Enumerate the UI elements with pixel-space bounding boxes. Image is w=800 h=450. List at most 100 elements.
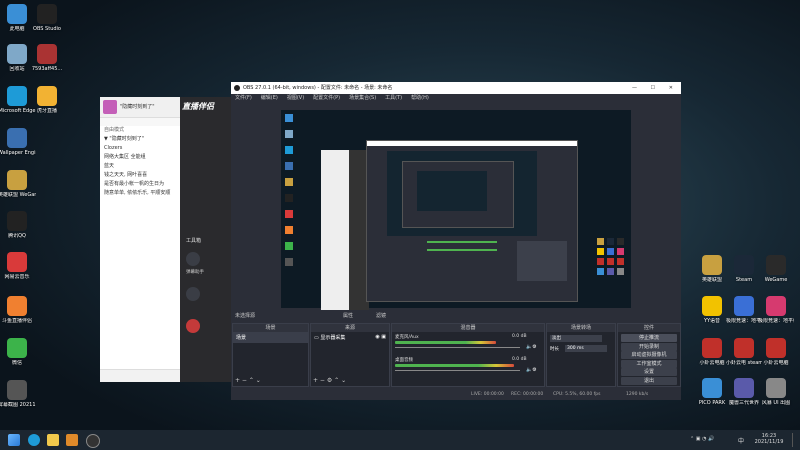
track-1-db: 0.0 dB	[512, 357, 527, 362]
duration-input[interactable]: 300 ms	[565, 345, 607, 352]
desktop-icon-file-7593[interactable]: 7593aff45...	[28, 44, 66, 72]
explorer-taskbar-icon[interactable]	[47, 434, 59, 446]
obs-window: OBS 27.0.1 (64-bit, windows) - 配置文件: 未命名…	[231, 82, 681, 400]
source-toolbar: 未选择源 属性 滤镜	[231, 312, 681, 321]
desktop-icon-wallpaper-engine[interactable]: Wallpaper Engine	[0, 128, 36, 156]
ime-indicator[interactable]: 中	[738, 436, 744, 445]
kbps-status: 1290 kb/s	[626, 392, 649, 397]
desktop-icon-screenshot[interactable]: 屏幕截图 2021111...	[0, 380, 36, 408]
track-0-speaker-icon[interactable]: 🔈⚙	[526, 344, 537, 350]
windows-start-icon[interactable]	[8, 434, 20, 446]
desktop-icon-pico[interactable]: PICO PARK	[694, 378, 730, 406]
desktop-icon-label: 极限竞速：地平线 4	[726, 318, 762, 324]
group-avatar	[103, 100, 117, 114]
app-taskbar-icon[interactable]	[66, 434, 78, 446]
chat-list-item[interactable]: 是否有最小帐一帆的生日为	[100, 180, 180, 189]
desktop-icon-live-helper[interactable]: 斗鱼直播伴侣	[0, 296, 36, 324]
screenshot-icon	[7, 380, 27, 400]
control-button-5[interactable]: 退出	[621, 377, 677, 385]
control-button-2[interactable]: 启动虚拟摄像机	[621, 351, 677, 360]
menu-item-2[interactable]: 视图(V)	[287, 95, 304, 101]
desktop-icon-steam[interactable]: Steam	[726, 255, 762, 283]
filters-button[interactable]: 滤镜	[376, 312, 386, 321]
visibility-eye-icon[interactable]: ◉ ▣	[375, 334, 386, 340]
golive-icon[interactable]	[186, 319, 200, 333]
clock[interactable]: 16:23 2021/11/19	[752, 433, 786, 445]
obs-preview[interactable]	[281, 110, 631, 310]
desktop-icon-label: 网易云音乐	[4, 274, 30, 280]
control-button-4[interactable]: 设置	[621, 368, 677, 377]
menu-item-3[interactable]: 配置文件(P)	[313, 95, 340, 101]
control-button-1[interactable]: 开始录制	[621, 342, 677, 351]
preview-icon	[285, 226, 293, 234]
chat-list-item[interactable]: 随意单单, 侬侬乐乐, 平顺安顺	[100, 189, 180, 198]
menu-item-5[interactable]: 工具(T)	[385, 95, 402, 101]
control-button-3[interactable]: 工作室模式	[621, 359, 677, 368]
chat-input-bar[interactable]	[100, 369, 180, 382]
scenes-header: 场景	[233, 324, 308, 332]
desktop-icon-remote2[interactable]: 小虾云电 steam	[726, 338, 762, 366]
track-1-meter	[395, 364, 514, 367]
remote3-icon	[766, 338, 786, 358]
desktop-icon-wechat[interactable]: 微信	[0, 338, 36, 366]
steam-icon	[734, 255, 754, 275]
desktop-icon-qq[interactable]: 腾讯QQ	[0, 211, 36, 239]
mixer-header: 混音器	[392, 324, 544, 332]
track-1-name: 桌面音频	[395, 358, 413, 363]
preview-icon	[597, 268, 604, 275]
desktop-icon-forza[interactable]: 极限竞速：地平线 5	[758, 296, 794, 324]
preview-icon	[285, 162, 293, 170]
desktop-icon-obs-studio[interactable]: OBS Studio	[28, 4, 66, 32]
controls-header: 控件	[618, 324, 680, 332]
desktop-icon-wegame[interactable]: 英雄联盟 WeGame版	[0, 170, 36, 198]
track-1-speaker-icon[interactable]: 🔈⚙	[526, 367, 537, 373]
desktop-icon-label: 小虾云电脑	[699, 360, 725, 366]
desktop-icon-wallpaper-ui[interactable]: 风暴 UI 出图	[758, 378, 794, 406]
chat-list-item[interactable]: 蓝天	[100, 162, 180, 171]
menu-item-0[interactable]: 文件(F)	[235, 95, 252, 101]
source-controls[interactable]: + − ⚙ ⌃ ⌄	[313, 377, 346, 384]
desktop-icon-lol[interactable]: 英雄联盟	[694, 255, 730, 283]
menu-item-1[interactable]: 编辑(E)	[261, 95, 278, 101]
preview-icon	[285, 178, 293, 186]
properties-button[interactable]: 属性	[343, 312, 353, 321]
track-0-slider[interactable]	[395, 347, 520, 348]
record-icon[interactable]	[186, 287, 200, 301]
close-icon[interactable]: ✕	[669, 82, 673, 94]
taskbar: ⌃ ▣ ◔ 🔊 中 16:23 2021/11/19	[0, 430, 800, 450]
danmu-icon[interactable]	[186, 252, 200, 266]
maximize-icon[interactable]: ☐	[651, 82, 655, 94]
chat-list-item[interactable]: ▼ "隐藏时刻到了"	[100, 135, 180, 144]
live-helper-icon	[7, 296, 27, 316]
desktop-icon-remote3[interactable]: 小虾云电脑	[758, 338, 794, 366]
desktop-icon-uplay[interactable]: 魔兽三代世界	[726, 378, 762, 406]
source-item[interactable]: ▭ 显示器采集 ◉ ▣	[311, 332, 389, 343]
scene-controls[interactable]: + − ⌃ ⌄	[235, 377, 261, 384]
tray-icons[interactable]: ⌃ ▣ ◔ 🔊	[690, 436, 714, 442]
transition-select[interactable]: 淡出	[550, 335, 602, 342]
desktop-icon-remote1[interactable]: 小虾云电脑	[694, 338, 730, 366]
desktop-icon-label: Wallpaper Engine	[0, 150, 36, 156]
menu-item-6[interactable]: 帮助(H)	[411, 95, 429, 101]
preview-icon	[597, 258, 604, 265]
desktop-icon-netease-music[interactable]: 网易云音乐	[0, 252, 36, 280]
edge-taskbar-icon[interactable]	[28, 434, 40, 446]
chat-list-item[interactable]: 网络大集区 全能组	[100, 153, 180, 162]
chat-list-item[interactable]: Clozers	[100, 144, 180, 153]
show-desktop-button[interactable]	[792, 433, 799, 447]
control-button-0[interactable]: 停止推流	[621, 334, 677, 342]
desktop-icon-jijia[interactable]: 极限竞速：地平线 4	[726, 296, 762, 324]
huya-live-icon	[37, 86, 57, 106]
rec-time: REC: 00:00:00	[511, 392, 544, 397]
preview-icon	[285, 194, 293, 202]
menu-item-4[interactable]: 场景集合(S)	[349, 95, 376, 101]
chat-list-item[interactable]: 钱之天天, 网叶喜喜	[100, 171, 180, 180]
desktop-icon-yy-voice[interactable]: YY语音	[694, 296, 730, 324]
minimize-icon[interactable]: —	[632, 82, 637, 94]
obs-title: OBS 27.0.1 (64-bit, windows) - 配置文件: 未命名…	[243, 85, 393, 91]
track-1-slider[interactable]	[395, 370, 520, 371]
scene-item[interactable]: 场景	[233, 332, 308, 343]
obs-taskbar-icon[interactable]	[86, 434, 100, 448]
desktop-icon-wegame-r[interactable]: WeGame	[758, 255, 794, 283]
desktop-icon-huya-live[interactable]: 虎牙直播	[28, 86, 66, 114]
